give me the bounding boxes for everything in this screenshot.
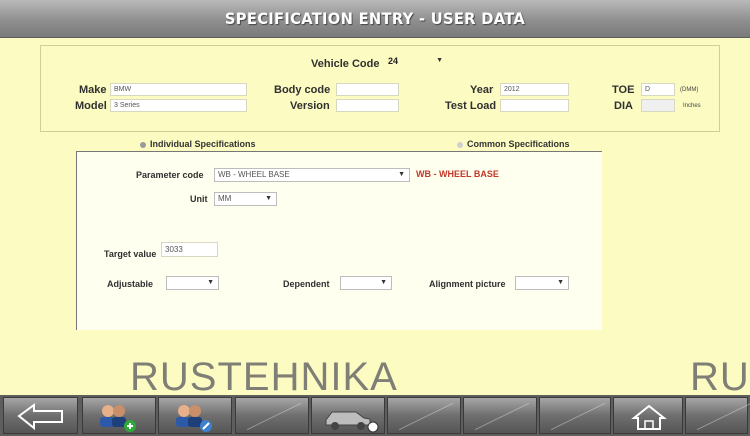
- watermark-text-right: RU: [690, 355, 750, 399]
- divider: [550, 402, 606, 431]
- home-button[interactable]: [613, 397, 683, 434]
- divider: [696, 402, 750, 431]
- toe-label: TOE: [612, 84, 635, 96]
- radio-selected-icon: [140, 141, 146, 148]
- home-icon: [631, 404, 667, 430]
- vehicle-code-label: Vehicle Code: [311, 58, 380, 70]
- title-bar: SPECIFICATION ENTRY - USER DATA: [0, 0, 750, 38]
- blank-button[interactable]: [463, 397, 537, 434]
- parameter-title: WB - WHEEL BASE: [416, 169, 499, 179]
- alignment-picture-label: Alignment picture: [429, 279, 506, 289]
- make-label: Make: [79, 84, 107, 96]
- body-code-label: Body code: [274, 84, 331, 96]
- model-field[interactable]: 3 Series: [110, 99, 247, 112]
- year-label: Year: [470, 84, 494, 96]
- page-title: SPECIFICATION ENTRY - USER DATA: [224, 9, 526, 28]
- divider: [474, 402, 530, 431]
- adjustable-label: Adjustable: [107, 279, 154, 289]
- bottom-toolbar: [0, 395, 750, 436]
- chevron-down-icon: ▼: [436, 57, 443, 64]
- edit-users-icon: [176, 405, 212, 432]
- individual-specifications-label: Individual Specifications: [150, 139, 256, 149]
- toe-unit: (DMM): [680, 87, 699, 93]
- back-button[interactable]: [3, 397, 78, 434]
- version-field[interactable]: [336, 99, 399, 112]
- main-panel: Vehicle Code 24 ▼ Make BMW Body code Yea…: [0, 38, 750, 395]
- vehicle-code-value: 24: [388, 56, 399, 66]
- body-code-field[interactable]: [336, 83, 399, 96]
- version-label: Version: [290, 100, 330, 112]
- target-value-field[interactable]: 3033: [161, 242, 218, 257]
- car-lift-icon: [325, 411, 379, 433]
- common-specifications-label: Common Specifications: [467, 139, 570, 149]
- unit-value: MM: [218, 194, 232, 203]
- car-lift-button[interactable]: [311, 397, 385, 434]
- adjustable-select[interactable]: ▼: [166, 276, 219, 290]
- chevron-down-icon: ▼: [380, 279, 387, 286]
- unit-label: Unit: [190, 194, 208, 204]
- make-field[interactable]: BMW: [110, 83, 247, 96]
- divider: [246, 402, 302, 431]
- model-label: Model: [75, 100, 107, 112]
- parameter-code-label: Parameter code: [136, 170, 204, 180]
- alignment-picture-select[interactable]: ▼: [515, 276, 569, 290]
- test-load-field[interactable]: [500, 99, 569, 112]
- dia-unit: Inches: [683, 103, 701, 109]
- blank-button[interactable]: [235, 397, 309, 434]
- blank-button[interactable]: [539, 397, 611, 434]
- chevron-down-icon: ▼: [557, 279, 564, 286]
- blank-button[interactable]: [685, 397, 750, 434]
- parameter-code-select[interactable]: WB - WHEEL BASE ▼: [214, 168, 410, 182]
- year-field[interactable]: 2012: [500, 83, 569, 96]
- add-users-icon: [100, 405, 136, 432]
- add-users-button[interactable]: [82, 397, 156, 434]
- divider: [398, 402, 454, 431]
- dia-label: DIA: [614, 100, 633, 112]
- unit-select[interactable]: MM ▼: [214, 192, 277, 206]
- radio-common-specifications[interactable]: Common Specifications: [457, 139, 570, 149]
- radio-individual-specifications[interactable]: Individual Specifications: [140, 139, 256, 149]
- back-icon: [17, 403, 63, 431]
- edit-users-button[interactable]: [158, 397, 232, 434]
- chevron-down-icon: ▼: [207, 279, 214, 286]
- toe-field[interactable]: D: [641, 83, 675, 96]
- radio-unselected-icon: [457, 141, 463, 148]
- test-load-label: Test Load: [445, 100, 497, 112]
- watermark-text: RUSTEHNIKA: [130, 355, 398, 399]
- vehicle-code-select[interactable]: 24 ▼: [385, 55, 447, 69]
- parameter-code-value: WB - WHEEL BASE: [218, 170, 290, 179]
- blank-button[interactable]: [387, 397, 461, 434]
- target-value-label: Target value: [104, 249, 157, 259]
- dependent-select[interactable]: ▼: [340, 276, 392, 290]
- dia-field[interactable]: [641, 99, 675, 112]
- chevron-down-icon: ▼: [265, 195, 272, 202]
- dependent-label: Dependent: [283, 279, 330, 289]
- specification-panel: Parameter code WB - WHEEL BASE ▼ WB - WH…: [76, 151, 602, 330]
- chevron-down-icon: ▼: [398, 171, 405, 178]
